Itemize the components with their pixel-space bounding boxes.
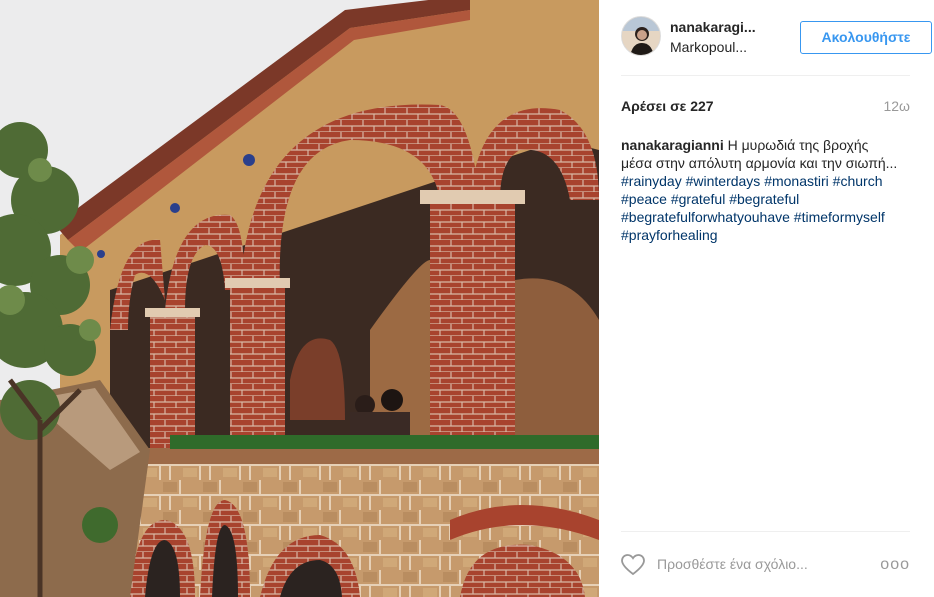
hashtag-link[interactable]: #rainyday [621, 173, 682, 189]
hashtag-link[interactable]: #church [833, 173, 883, 189]
post-time[interactable]: 12ω [883, 98, 910, 114]
hashtag-link[interactable]: #monastiri [764, 173, 829, 189]
heart-icon[interactable] [621, 554, 645, 576]
hashtag-line: #begratefulforwhatyouhave #timeformyself [621, 208, 913, 226]
post-photo[interactable] [0, 0, 599, 597]
hashtag-link[interactable]: #prayforhealing [621, 227, 718, 243]
hashtag-link[interactable]: #grateful [671, 191, 725, 207]
caption-text-1: Η μυρωδιά της βροχής [723, 137, 869, 153]
comment-bar: ooo [621, 548, 913, 582]
location[interactable]: Markopoul... [670, 39, 747, 55]
caption-username[interactable]: nanakaragianni [621, 137, 724, 153]
follow-button[interactable]: Ακολουθήστε [800, 21, 932, 54]
hashtag-link[interactable]: #begratefulforwhatyouhave [621, 209, 790, 225]
post-header: nanakaragi... Markopoul... Ακολουθήστε [621, 16, 932, 58]
hashtag-link[interactable]: #winterdays [686, 173, 761, 189]
hashtag-line: #rainyday #winterdays #monastiri #church [621, 172, 913, 190]
hashtag-link[interactable]: #begrateful [729, 191, 799, 207]
caption-text-2: μέσα στην απόλυτη αρμονία και την σιωπή.… [621, 155, 898, 171]
username[interactable]: nanakaragi... [670, 19, 756, 35]
hashtag-link[interactable]: #timeformyself [794, 209, 885, 225]
caption: nanakaragianni Η μυρωδιά της βροχής μέσα… [621, 136, 913, 244]
hashtag-link[interactable]: #peace [621, 191, 667, 207]
comment-input[interactable] [657, 554, 867, 574]
divider [621, 75, 910, 76]
hashtag-line: #prayforhealing [621, 226, 913, 244]
caption-line-1: nanakaragianni Η μυρωδιά της βροχής [621, 136, 913, 154]
divider [621, 531, 910, 532]
likes-count[interactable]: Αρέσει σε 227 [621, 98, 714, 114]
post-sidebar: nanakaragi... Markopoul... Ακολουθήστε Α… [599, 0, 934, 597]
avatar-image [622, 17, 660, 55]
avatar[interactable] [621, 16, 661, 56]
monastery-illustration [0, 0, 599, 597]
hashtag-line: #peace #grateful #begrateful [621, 190, 913, 208]
more-options-icon[interactable]: ooo [880, 556, 910, 574]
